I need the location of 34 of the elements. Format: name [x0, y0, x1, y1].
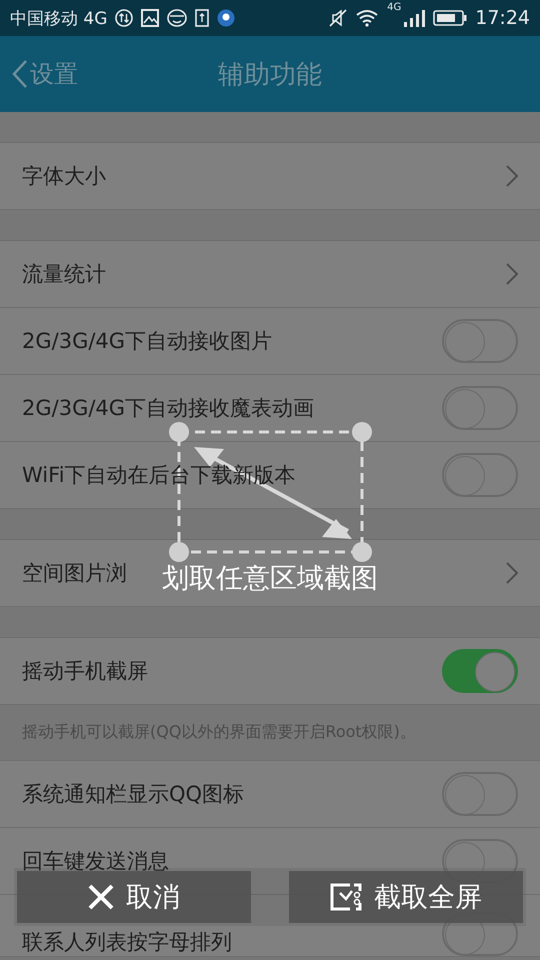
clock-text: 17:24	[475, 7, 530, 29]
back-chevron-icon	[12, 59, 28, 89]
selection-hint: 划取任意区域截图	[162, 562, 378, 596]
close-icon	[88, 884, 114, 910]
wifi-icon	[355, 9, 380, 27]
crop-scissors-icon	[330, 883, 362, 911]
settings-row[interactable]: 字体大小	[0, 143, 540, 210]
row-label: 摇动手机截屏	[22, 658, 148, 685]
smiley-icon	[167, 9, 188, 27]
cancel-button[interactable]: 取消	[17, 871, 251, 923]
row-label: 流量统计	[22, 261, 106, 288]
image-icon	[141, 9, 160, 27]
chevron-right-icon	[506, 263, 518, 285]
settings-row[interactable]: 流量统计	[0, 241, 540, 308]
chevron-right-icon	[506, 165, 518, 187]
page-title: 辅助功能	[218, 58, 322, 92]
battery-icon	[433, 9, 468, 27]
network-text: 4G	[387, 2, 402, 13]
row-label: 联系人列表按字母排列	[22, 929, 232, 956]
row-label: 2G/3G/4G下自动接收图片	[22, 328, 272, 355]
chevron-right-icon	[506, 562, 518, 584]
signal-icon	[403, 9, 426, 27]
upload-icon	[195, 9, 210, 27]
toggle-switch[interactable]	[442, 649, 518, 693]
row-label: 2G/3G/4G下自动接收魔表动画	[22, 395, 314, 422]
capture-full-button[interactable]: 截取全屏	[289, 871, 523, 923]
row-label: 空间图片浏	[22, 560, 127, 587]
back-button[interactable]: 设置	[0, 58, 78, 90]
muted-icon	[329, 9, 348, 27]
row-label: 字体大小	[22, 163, 106, 190]
data-arrows-icon	[115, 9, 134, 27]
row-label: 系统通知栏显示QQ图标	[22, 781, 244, 808]
app-icon	[217, 9, 236, 27]
carrier-text: 中国移动 4G	[10, 8, 108, 30]
